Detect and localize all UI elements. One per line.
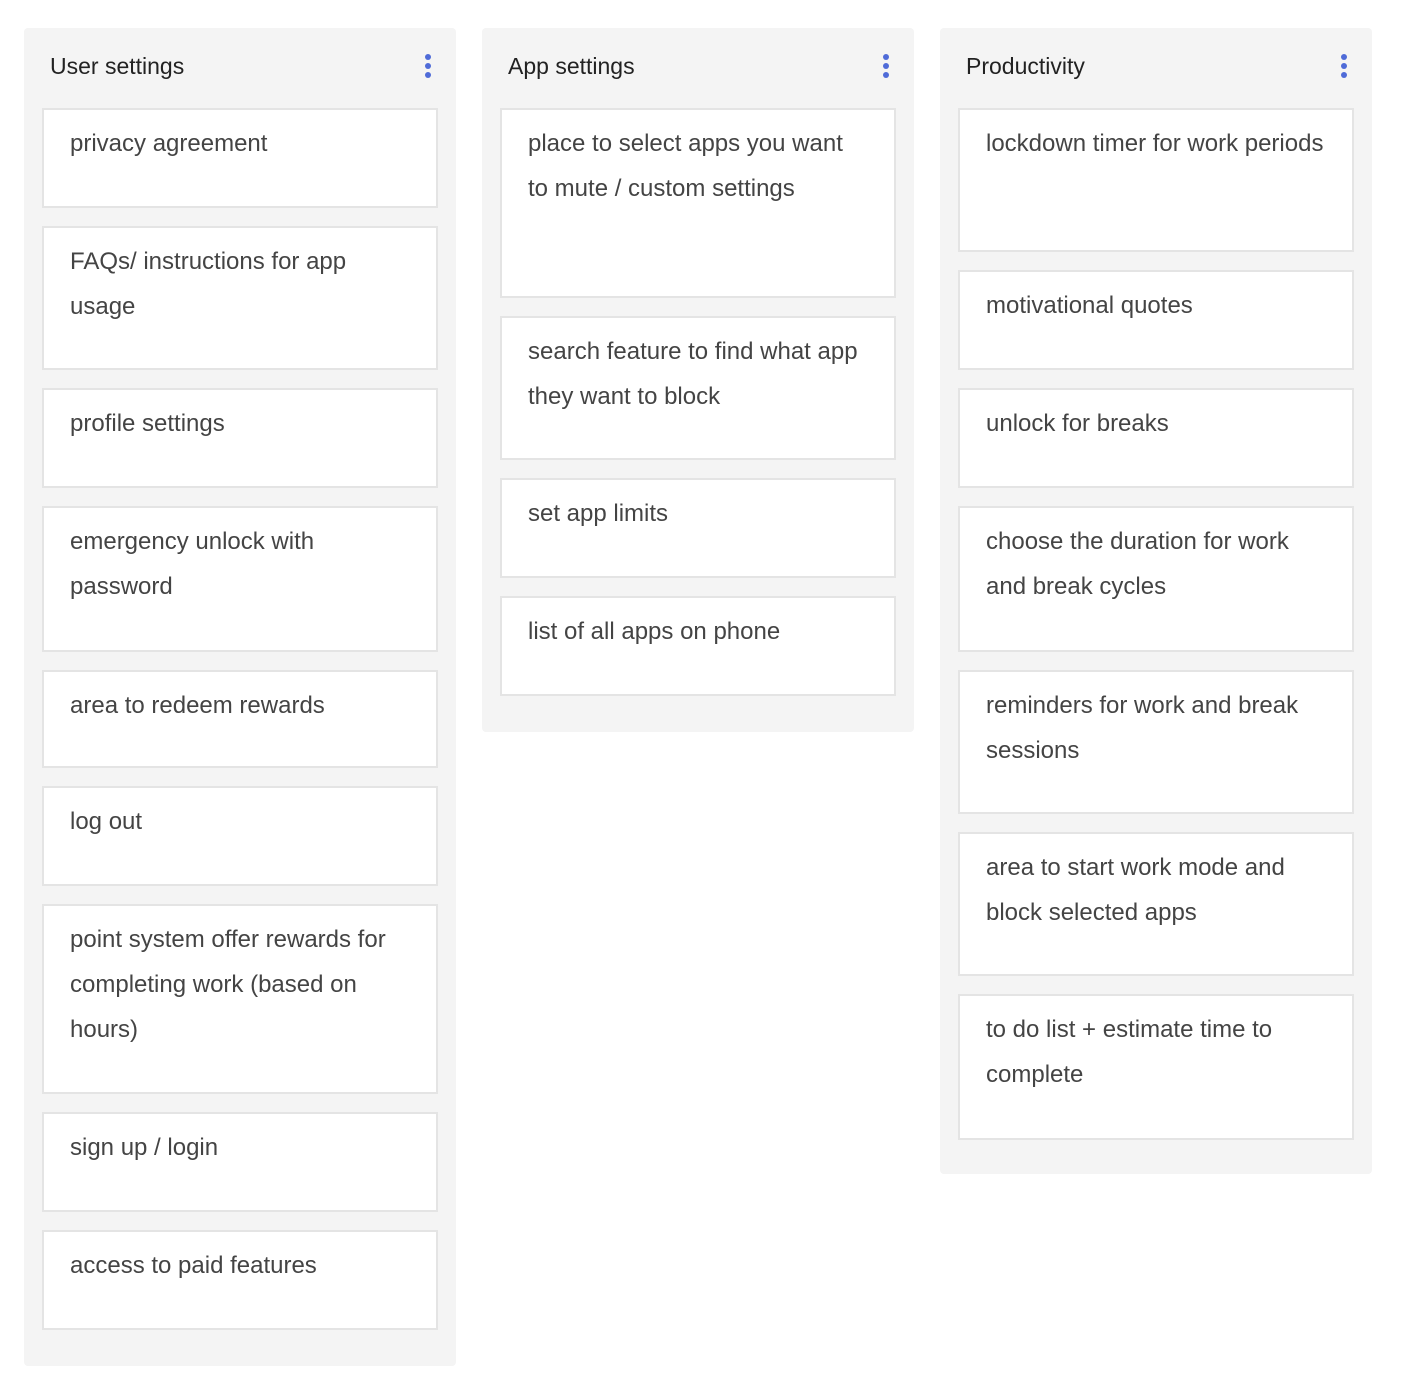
card[interactable]: set app limits — [500, 478, 896, 578]
column-title: User settings — [50, 53, 185, 79]
column-header: Productivity — [940, 28, 1372, 108]
card-text: unlock for breaks — [986, 410, 1169, 437]
card-text: set app limits — [528, 500, 669, 527]
vertical-dots-icon — [883, 54, 889, 78]
card-text: area to start work mode and block select… — [986, 854, 1285, 926]
column-user-settings: User settings privacy agreement FAQs/ in… — [24, 28, 456, 1366]
column-menu-button[interactable] — [878, 52, 894, 82]
vertical-dots-icon — [1341, 54, 1347, 78]
card-text: reminders for work and break sessions — [986, 692, 1299, 764]
column-header: User settings — [24, 28, 456, 108]
card-text: log out — [70, 808, 143, 835]
column-app-settings: App settings place to select apps you wa… — [482, 28, 914, 732]
card-text: place to select apps you want to mute / … — [528, 130, 843, 202]
card[interactable]: point system offer rewards for completin… — [42, 904, 438, 1094]
column-header: App settings — [482, 28, 914, 108]
card-text: privacy agreement — [70, 130, 268, 157]
card-text: choose the duration for work and break c… — [986, 528, 1289, 600]
card[interactable]: FAQs/ instructions for app usage — [42, 226, 438, 370]
column-title: App settings — [508, 53, 635, 79]
card[interactable]: area to redeem rewards — [42, 670, 438, 768]
card-text: to do list + estimate time to complete — [986, 1016, 1273, 1088]
card[interactable]: search feature to find what app they wan… — [500, 316, 896, 460]
card-text: search feature to find what app they wan… — [528, 338, 858, 410]
card-text: lockdown timer for work periods — [986, 130, 1324, 157]
card-text: emergency unlock with password — [70, 528, 315, 600]
column-menu-button[interactable] — [1336, 52, 1352, 82]
card[interactable]: lockdown timer for work periods — [958, 108, 1354, 252]
card[interactable]: area to start work mode and block select… — [958, 832, 1354, 976]
card[interactable]: sign up / login — [42, 1112, 438, 1212]
vertical-dots-icon — [425, 54, 431, 78]
card-text: access to paid features — [70, 1252, 317, 1279]
card-text: list of all apps on phone — [528, 618, 781, 645]
card[interactable]: to do list + estimate time to complete — [958, 994, 1354, 1140]
card-text: FAQs/ instructions for app usage — [70, 248, 347, 320]
card[interactable]: log out — [42, 786, 438, 886]
card[interactable]: privacy agreement — [42, 108, 438, 208]
card[interactable]: place to select apps you want to mute / … — [500, 108, 896, 298]
card[interactable]: list of all apps on phone — [500, 596, 896, 696]
card-text: point system offer rewards for completin… — [70, 926, 386, 1043]
card[interactable]: motivational quotes — [958, 270, 1354, 370]
card-text: area to redeem rewards — [70, 692, 325, 719]
column-menu-button[interactable] — [420, 52, 436, 82]
kanban-board: User settings privacy agreement FAQs/ in… — [0, 0, 1424, 1394]
card[interactable]: choose the duration for work and break c… — [958, 506, 1354, 652]
card-text: motivational quotes — [986, 292, 1193, 319]
card-text: profile settings — [70, 410, 225, 437]
card[interactable]: access to paid features — [42, 1230, 438, 1330]
card[interactable]: unlock for breaks — [958, 388, 1354, 488]
column-title: Productivity — [966, 53, 1085, 79]
card-text: sign up / login — [70, 1134, 219, 1161]
column-productivity: Productivity lockdown timer for work per… — [940, 28, 1372, 1174]
card[interactable]: profile settings — [42, 388, 438, 488]
card[interactable]: emergency unlock with password — [42, 506, 438, 652]
card[interactable]: reminders for work and break sessions — [958, 670, 1354, 814]
